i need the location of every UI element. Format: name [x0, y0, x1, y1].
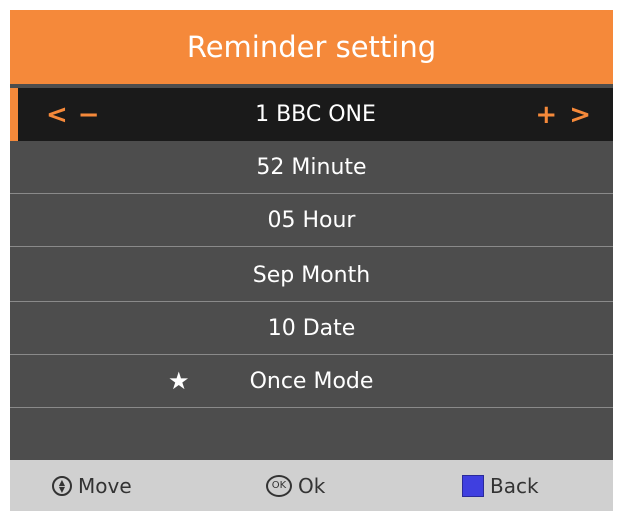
move-label: Move — [78, 473, 132, 498]
ok-icon: OK — [266, 474, 292, 497]
minute-row[interactable]: 52 Minute — [10, 141, 613, 194]
footer-bar: ▲ ▼ Move OK Ok Back — [10, 460, 613, 511]
up-down-icon: ▲ ▼ — [52, 475, 72, 496]
blue-button-icon — [462, 474, 484, 497]
month-row[interactable]: Sep Month — [10, 249, 613, 302]
ok-hint: OK Ok — [266, 460, 325, 511]
hour-label: 05 Hour — [267, 207, 356, 233]
channel-row[interactable]: < − 1 BBC ONE + > — [10, 88, 613, 141]
month-label: Sep Month — [252, 262, 371, 288]
back-hint[interactable]: Back — [462, 460, 539, 511]
left-arrow-icon: < — [46, 99, 68, 130]
plus-icon: + — [535, 99, 558, 130]
date-label: 10 Date — [267, 315, 356, 341]
minus-icon: − — [77, 99, 100, 130]
right-arrow-icon: > — [569, 99, 591, 130]
channel-increase[interactable]: + > — [535, 88, 591, 141]
channel-label: 1 BBC ONE — [255, 102, 376, 127]
mode-label: Once Mode — [249, 368, 374, 394]
reminder-setting-panel: Reminder setting < − 1 BBC ONE + > 52 Mi… — [10, 10, 613, 511]
back-label: Back — [490, 473, 539, 498]
mode-row[interactable]: ★ Once Mode — [10, 355, 613, 408]
hour-row[interactable]: 05 Hour — [10, 194, 613, 247]
move-hint: ▲ ▼ Move — [52, 460, 132, 511]
date-row[interactable]: 10 Date — [10, 302, 613, 355]
page-title: Reminder setting — [10, 10, 613, 84]
empty-row — [10, 408, 613, 461]
channel-decrease[interactable]: < − — [46, 88, 100, 141]
minute-label: 52 Minute — [256, 154, 367, 180]
star-icon: ★ — [168, 367, 190, 395]
ok-label: Ok — [298, 473, 326, 498]
